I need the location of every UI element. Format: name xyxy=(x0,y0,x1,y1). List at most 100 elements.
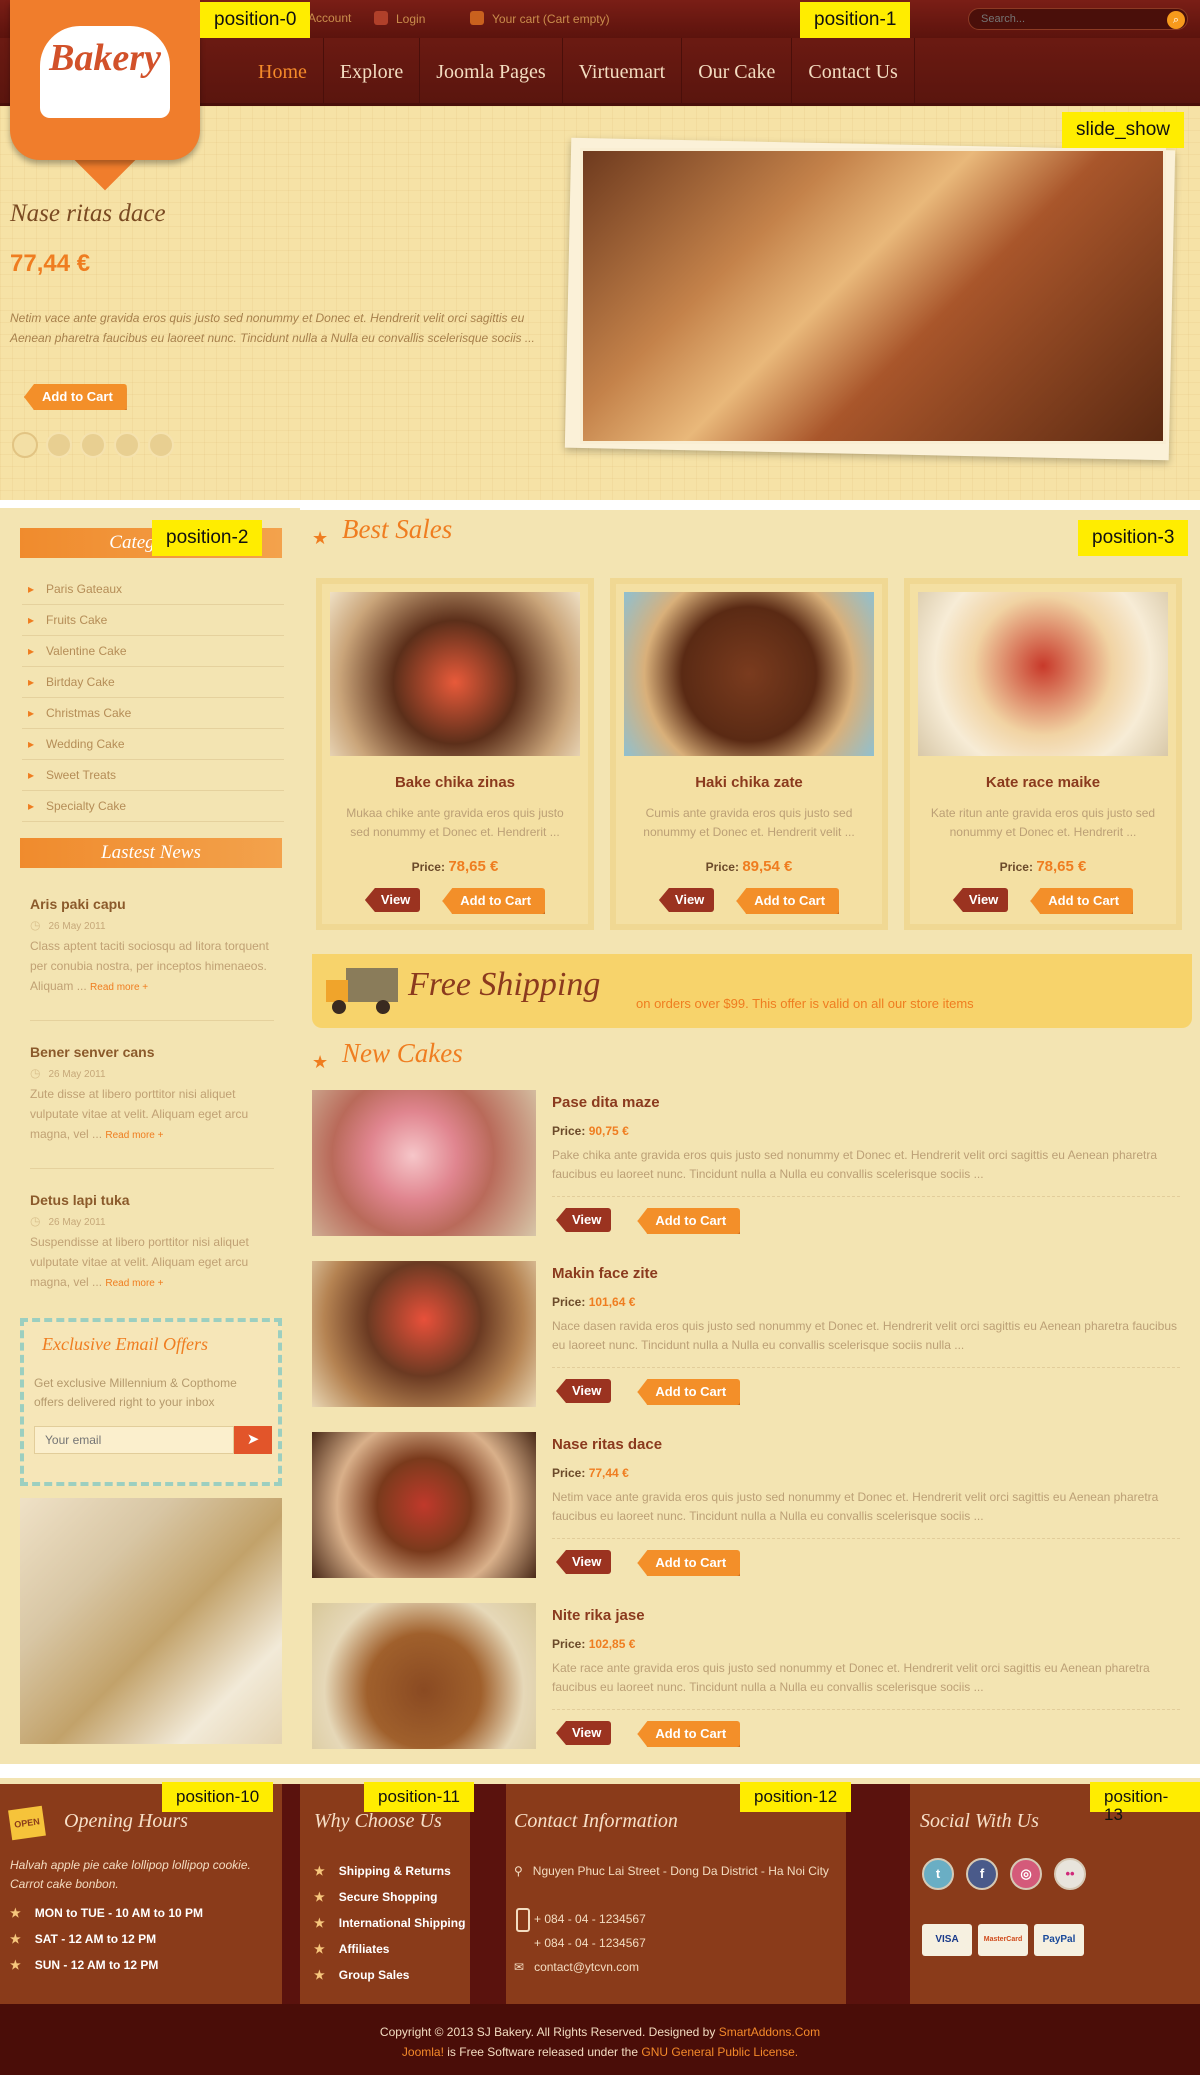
email-submit-button[interactable]: ➤ xyxy=(234,1426,272,1454)
product-name[interactable]: Kate race maike xyxy=(904,774,1182,791)
slide-add-to-cart-button[interactable]: Add to Cart xyxy=(24,384,127,410)
category-item[interactable]: Fruits Cake xyxy=(22,605,284,636)
new-cake-description: Nace dasen ravida eros quis justo sed no… xyxy=(552,1319,1178,1352)
nav-explore[interactable]: Explore xyxy=(324,38,421,106)
product-description: Kate ritun ante gravida eros quis justo … xyxy=(930,806,1156,839)
add-to-cart-button[interactable]: Add to Cart xyxy=(637,1208,741,1234)
news-title[interactable]: Bener senver cans xyxy=(30,1044,280,1060)
view-button[interactable]: View xyxy=(658,888,715,912)
twitter-icon[interactable]: t xyxy=(922,1858,954,1890)
account-link[interactable]: Account xyxy=(308,11,351,25)
slide-cake-photo[interactable] xyxy=(580,148,1166,444)
joomla-link[interactable]: Joomla! xyxy=(402,2045,444,2059)
category-item[interactable]: Birtday Cake xyxy=(22,667,284,698)
news-title[interactable]: Detus lapi tuka xyxy=(30,1192,280,1208)
add-to-cart-button[interactable]: Add to Cart xyxy=(736,888,840,914)
category-item[interactable]: Specialty Cake xyxy=(22,791,284,822)
price-value: 102,85 € xyxy=(588,1637,636,1651)
bakery-logo[interactable]: Bakery xyxy=(10,0,200,191)
search-input[interactable] xyxy=(969,9,1159,29)
divider xyxy=(552,1709,1180,1710)
new-cake-item: Makin face zite Price: 101,64 € Nace das… xyxy=(312,1261,1192,1423)
why-link[interactable]: ★ Group Sales xyxy=(314,1968,409,1982)
cart-link[interactable]: Your cart (Cart empty) xyxy=(470,11,610,26)
new-cake-name[interactable]: Nase ritas dace xyxy=(552,1436,662,1453)
product-name[interactable]: Haki chika zate xyxy=(610,774,888,791)
position-label: position-1 xyxy=(800,2,911,38)
product-actions: View Add to Cart xyxy=(316,888,594,914)
facebook-icon[interactable]: f xyxy=(966,1858,998,1890)
email-offers-box: Exclusive Email Offers Get exclusive Mil… xyxy=(20,1318,282,1486)
read-more-link[interactable]: Read more + xyxy=(105,1130,163,1141)
nav-virtuemart[interactable]: Virtuemart xyxy=(563,38,683,106)
why-link[interactable]: ★ Affiliates xyxy=(314,1942,389,1956)
why-link[interactable]: ★ Secure Shopping xyxy=(314,1890,437,1904)
news-title[interactable]: Aris paki capu xyxy=(30,896,280,912)
why-link[interactable]: ★ International Shipping xyxy=(314,1916,465,1930)
view-button[interactable]: View xyxy=(556,1379,612,1403)
new-cake-name[interactable]: Makin face zite xyxy=(552,1265,658,1282)
license-line: Joomla! is Free Software released under … xyxy=(0,2042,1200,2062)
why-link[interactable]: ★ Shipping & Returns xyxy=(314,1864,451,1878)
price-value: 78,65 € xyxy=(1036,858,1087,875)
new-cake-image[interactable] xyxy=(312,1090,536,1236)
add-to-cart-button[interactable]: Add to Cart xyxy=(637,1379,741,1405)
category-item[interactable]: Sweet Treats xyxy=(22,760,284,791)
contact-email[interactable]: ✉ contact@ytcvn.com xyxy=(514,1960,639,1974)
star-icon: ★ xyxy=(10,1932,21,1946)
view-button[interactable]: View xyxy=(556,1550,612,1574)
position-label: slide_show xyxy=(1062,112,1184,148)
category-item[interactable]: Wedding Cake xyxy=(22,729,284,760)
nav-home[interactable]: Home xyxy=(242,38,324,106)
slide-dot[interactable] xyxy=(46,432,72,458)
search-icon[interactable]: ⌕ xyxy=(1167,11,1185,29)
product-actions: View Add to Cart xyxy=(904,888,1182,914)
nav-contact-us[interactable]: Contact Us xyxy=(792,38,915,106)
flickr-icon[interactable]: •• xyxy=(1054,1858,1086,1890)
add-to-cart-button[interactable]: Add to Cart xyxy=(637,1721,741,1747)
divider xyxy=(30,1020,274,1021)
star-icon: ★ xyxy=(312,1052,329,1072)
product-actions: View Add to Cart xyxy=(610,888,888,914)
product-name[interactable]: Bake chika zinas xyxy=(316,774,594,791)
email-field[interactable] xyxy=(34,1426,234,1454)
position-label: position-11 xyxy=(364,1782,474,1812)
slide-dot[interactable] xyxy=(80,432,106,458)
main-nav: Home Explore Joomla Pages Virtuemart Our… xyxy=(242,38,915,106)
product-image[interactable] xyxy=(918,592,1168,756)
nav-joomla-pages[interactable]: Joomla Pages xyxy=(420,38,563,106)
slide-dot[interactable] xyxy=(148,432,174,458)
price-label: Price: xyxy=(552,1124,586,1138)
view-button[interactable]: View xyxy=(556,1208,612,1232)
add-to-cart-button[interactable]: Add to Cart xyxy=(442,888,546,914)
add-to-cart-button[interactable]: Add to Cart xyxy=(637,1550,741,1576)
slide-dot[interactable] xyxy=(114,432,140,458)
read-more-link[interactable]: Read more + xyxy=(105,1278,163,1289)
category-item[interactable]: Christmas Cake xyxy=(22,698,284,729)
read-more-link[interactable]: Read more + xyxy=(90,982,148,993)
new-cake-name[interactable]: Pase dita maze xyxy=(552,1094,660,1111)
email-offers-title: Exclusive Email Offers xyxy=(42,1334,208,1354)
product-image[interactable] xyxy=(330,592,580,756)
view-button[interactable]: View xyxy=(556,1721,612,1745)
new-cake-image[interactable] xyxy=(312,1261,536,1407)
gpl-link[interactable]: GNU General Public License. xyxy=(641,2045,798,2059)
news-text: Suspendisse at libero porttitor nisi ali… xyxy=(30,1232,280,1294)
login-link[interactable]: Login xyxy=(374,11,425,26)
new-cake-image[interactable] xyxy=(312,1432,536,1578)
nav-our-cake[interactable]: Our Cake xyxy=(682,38,793,106)
new-cake-image[interactable] xyxy=(312,1603,536,1749)
free-shipping-text: on orders over $99. This offer is valid … xyxy=(636,996,974,1011)
dribbble-icon[interactable]: ◎ xyxy=(1010,1858,1042,1890)
category-item[interactable]: Paris Gateaux xyxy=(22,574,284,605)
slide-dot[interactable] xyxy=(12,432,38,458)
view-button[interactable]: View xyxy=(364,888,421,912)
slide-price: 77,44 € xyxy=(10,250,91,277)
smartaddons-link[interactable]: SmartAddons.Com xyxy=(719,2025,820,2039)
add-to-cart-button[interactable]: Add to Cart xyxy=(1030,888,1134,914)
product-image[interactable] xyxy=(624,592,874,756)
hours-text: SUN - 12 AM to 12 PM xyxy=(34,1958,159,1972)
new-cake-name[interactable]: Nite rika jase xyxy=(552,1607,645,1624)
view-button[interactable]: View xyxy=(952,888,1009,912)
category-item[interactable]: Valentine Cake xyxy=(22,636,284,667)
